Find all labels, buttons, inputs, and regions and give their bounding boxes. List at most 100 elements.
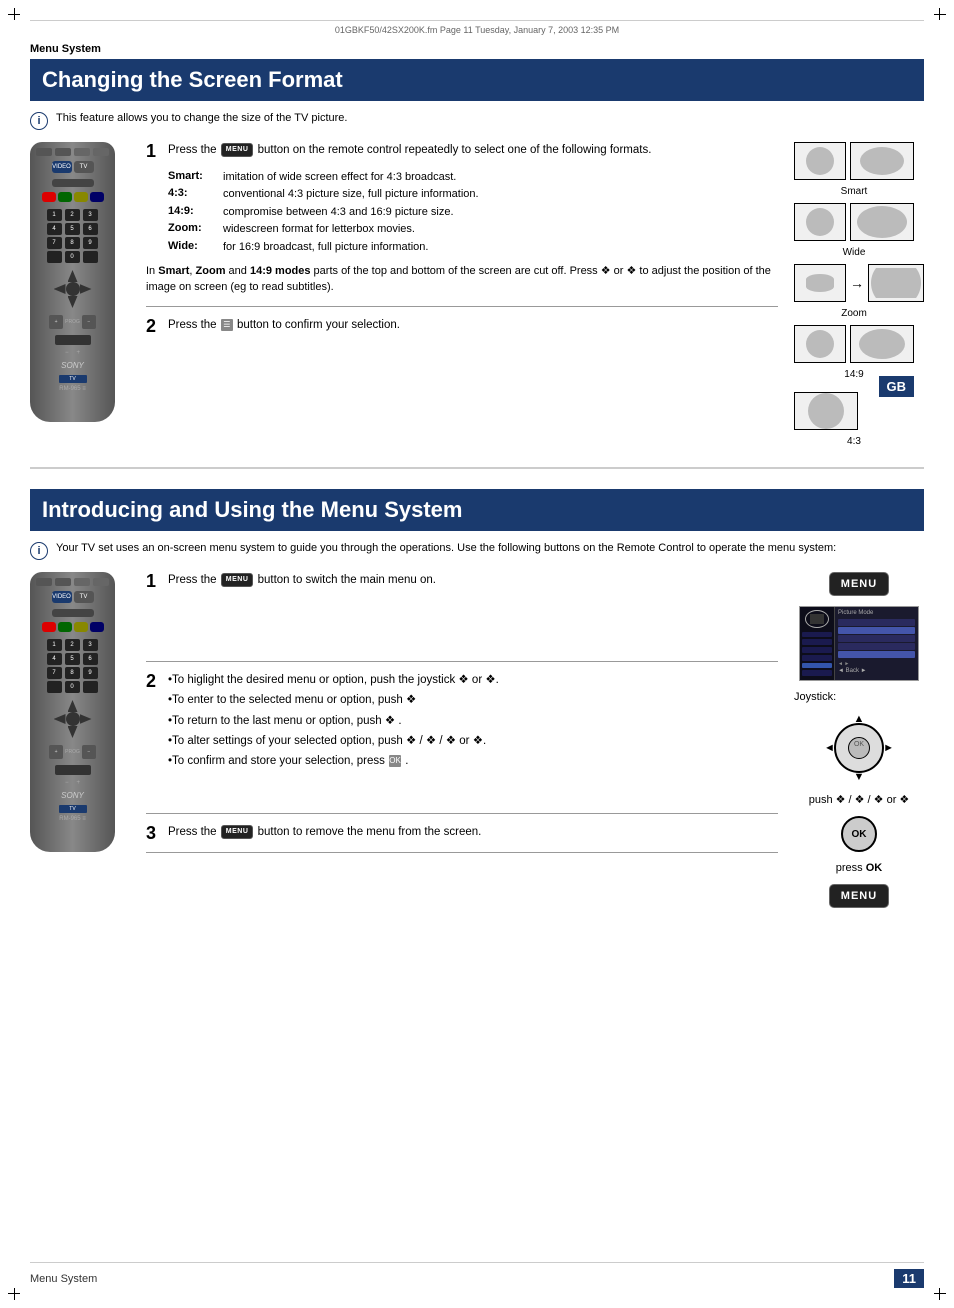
joystick-inner-circle: OK: [848, 737, 870, 759]
menu-button-top: MENU: [829, 572, 889, 596]
label-43: 4:3: [794, 436, 914, 447]
corner-mark-br: [930, 1284, 946, 1300]
joystick-arrow-right: ►: [883, 742, 894, 754]
zoom-arrow: →: [850, 275, 864, 291]
label-smart: Smart: [794, 186, 914, 197]
format-label-43: 4:3:: [168, 187, 223, 202]
screen-149-2: [850, 325, 914, 363]
format-label-149: 14:9:: [168, 205, 223, 220]
footer-section-label: Menu System: [30, 1273, 97, 1285]
tv-menu-screenshot: Picture Mode ◄ ► ◄ Back ►: [799, 606, 919, 681]
step-1: 1 Press the MENU button on the remote co…: [146, 142, 778, 160]
info-row-2: i Your TV set uses an on-screen menu sys…: [30, 541, 924, 560]
step-2-2: 2 •To higlight the desired menu or optio…: [146, 672, 778, 773]
joystick-label: Joystick:: [794, 691, 924, 703]
info-row-1: i This feature allows you to change the …: [30, 111, 924, 130]
joystick-arrow-down: ▼: [854, 771, 865, 783]
spacer-1: [146, 596, 778, 651]
corner-mark-tl: [8, 8, 24, 24]
step-2-1-text: Press the MENU button to switch the main…: [168, 572, 778, 589]
confirm-btn-inline: ☰: [221, 319, 233, 331]
format-illus-smart: [794, 142, 914, 180]
right-panel-2: MENU Picture Mode: [794, 572, 924, 908]
format-desc-43: conventional 4:3 picture size, full pict…: [223, 187, 479, 202]
section-title-2: Introducing and Using the Menu System: [42, 497, 462, 523]
page-footer: Menu System 11: [30, 1262, 924, 1288]
section-breadcrumb-1: Menu System: [30, 43, 924, 55]
corner-mark-tr: [930, 8, 946, 24]
screen-zoom-1: [794, 264, 846, 302]
file-info: 01GBKF50/42SX200K.fm Page 11 Tuesday, Ja…: [30, 20, 924, 35]
info-text-2: Your TV set uses an on-screen menu syste…: [56, 541, 836, 556]
format-label-smart: Smart:: [168, 170, 223, 185]
joystick-arrow-left: ◄: [824, 742, 835, 754]
info-icon-1: i: [30, 112, 48, 130]
format-label-zoom: Zoom:: [168, 222, 223, 237]
press-ok-text: press OK: [836, 862, 882, 874]
menu-btn-inline-1: MENU: [221, 143, 254, 158]
spacer-2: [146, 783, 778, 803]
format-desc-zoom: widescreen format for letterbox movies.: [223, 222, 415, 237]
ok-btn-inline: OK: [389, 755, 401, 767]
info-text-1: This feature allows you to change the si…: [56, 111, 347, 126]
footer-page-number: 11: [894, 1269, 924, 1288]
format-label-wide: Wide:: [168, 240, 223, 255]
screen-wide-1: [794, 203, 846, 241]
step-2-3-text: Press the MENU button to remove the menu…: [168, 824, 778, 841]
step-num-2: 2: [146, 317, 162, 335]
screen-43-1: [794, 392, 858, 430]
bullet-confirm: •To confirm and store your selection, pr…: [168, 753, 778, 770]
screen-smart-1: [794, 142, 846, 180]
format-row-smart: Smart: imitation of wide screen effect f…: [168, 170, 778, 185]
screen-wide-2: [850, 203, 914, 241]
format-desc-wide: for 16:9 broadcast, full picture informa…: [223, 240, 428, 255]
format-table: Smart: imitation of wide screen effect f…: [168, 170, 778, 255]
page-number-box: 11: [894, 1269, 924, 1288]
screen-149-1: [794, 325, 846, 363]
remote-model-1: RM-965 ≡: [59, 386, 86, 392]
format-illustrations: Smart Wide →: [794, 142, 924, 447]
format-desc-149: compromise between 4:3 and 16:9 picture …: [223, 205, 454, 220]
menu-button-bottom: MENU: [829, 884, 889, 908]
separator-4: [146, 852, 778, 853]
smart-zoom-note: In Smart, Zoom and 14:9 modes parts of t…: [146, 263, 778, 296]
remote-sony-label-2: SONY: [61, 791, 84, 800]
bullet-alter: •To alter settings of your selected opti…: [168, 733, 778, 750]
separator-3: [146, 813, 778, 814]
bullet-highlight: •To higlight the desired menu or option,…: [168, 672, 778, 689]
label-zoom: Zoom: [794, 308, 914, 319]
menu-btn-inline-2: MENU: [221, 573, 254, 588]
info-icon-2: i: [30, 542, 48, 560]
step-num-1: 1: [146, 142, 162, 160]
step-num-2-2: 2: [146, 672, 162, 690]
remote-model-2: RM-965 ≡: [59, 816, 86, 822]
separator-2: [146, 661, 778, 662]
instructions-2: 1 Press the MENU button to switch the ma…: [146, 572, 778, 863]
remote-control-1: VIDEO TV 123 456 789 0: [30, 142, 130, 447]
format-illus-zoom: →: [794, 264, 924, 302]
remote-sony-label-1: SONY: [61, 361, 84, 370]
bullet-return: •To return to the last menu or option, p…: [168, 713, 778, 730]
step-2-text: Press the ☰ button to confirm your selec…: [168, 317, 778, 334]
tv-icon: [805, 610, 829, 628]
format-row-zoom: Zoom: widescreen format for letterbox mo…: [168, 222, 778, 237]
step-1-text: Press the MENU button on the remote cont…: [168, 142, 778, 159]
format-illus-43: [794, 392, 858, 430]
format-row-43: 4:3: conventional 4:3 picture size, full…: [168, 187, 778, 202]
format-illus-149: [794, 325, 914, 363]
content-area-2: VIDEO TV 123 456 789 0: [30, 572, 924, 908]
menu-btn-inline-3: MENU: [221, 825, 254, 840]
bullet-enter: •To enter to the selected menu or option…: [168, 692, 778, 709]
joystick-arrow-up: ▲: [854, 713, 865, 725]
format-desc-smart: imitation of wide screen effect for 4:3 …: [223, 170, 456, 185]
section-header-2: Introducing and Using the Menu System: [30, 489, 924, 531]
section-divider: [30, 467, 924, 469]
label-wide: Wide: [794, 247, 914, 258]
gb-badge: GB: [879, 376, 915, 397]
screen-smart-2: [850, 142, 914, 180]
joystick-push-text: push ❖ / ❖ / ❖ or ❖: [809, 793, 910, 806]
joystick-visual: OK ▲ ▼ ◄ ►: [824, 713, 894, 783]
format-row-wide: Wide: for 16:9 broadcast, full picture i…: [168, 240, 778, 255]
separator-1: [146, 306, 778, 307]
tv-menu-left: [800, 607, 835, 680]
